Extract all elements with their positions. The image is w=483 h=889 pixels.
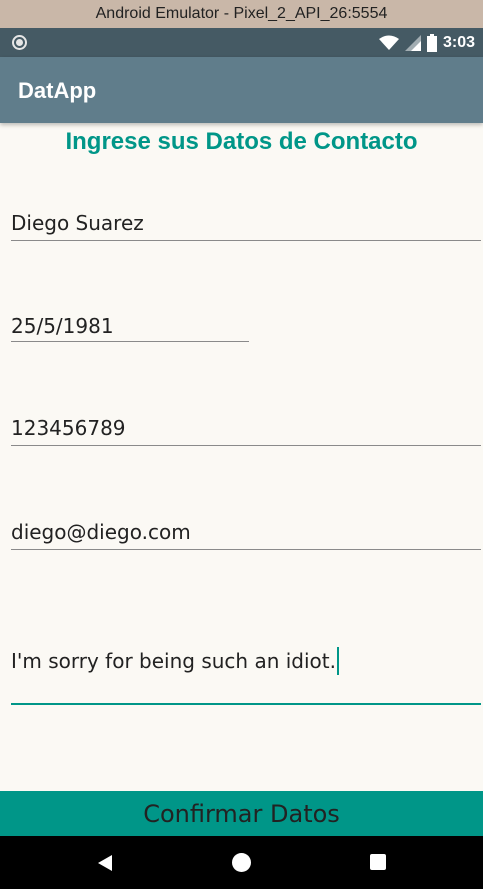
email-field[interactable]: diego@diego.com bbox=[11, 518, 191, 546]
emulator-window-title: Android Emulator - Pixel_2_API_26:5554 bbox=[0, 0, 483, 28]
birthdate-field[interactable]: 25/5/1981 bbox=[11, 312, 114, 340]
app-title: DatApp bbox=[18, 78, 97, 103]
confirm-button[interactable]: Confirmar Datos bbox=[0, 791, 483, 836]
birthdate-field-value: 25/5/1981 bbox=[11, 314, 114, 338]
message-field[interactable]: I'm sorry for being such an idiot. bbox=[11, 647, 339, 675]
name-field-value: Diego Suarez bbox=[11, 211, 144, 235]
recent-apps-icon[interactable] bbox=[370, 854, 386, 870]
email-field-underline bbox=[11, 549, 481, 550]
notification-dot-icon bbox=[12, 35, 27, 50]
status-bar-right: 3:03 bbox=[378, 28, 475, 57]
signal-icon bbox=[404, 34, 421, 51]
navigation-bar bbox=[0, 836, 483, 889]
window-title-text: Android Emulator - Pixel_2_API_26:5554 bbox=[95, 5, 388, 22]
app-bar: DatApp bbox=[0, 57, 483, 123]
phone-field-underline bbox=[11, 445, 481, 446]
status-bar: 3:03 bbox=[0, 28, 483, 57]
battery-icon bbox=[426, 33, 437, 52]
name-field-underline bbox=[11, 240, 481, 241]
back-icon[interactable] bbox=[98, 855, 112, 871]
phone-field-value: 123456789 bbox=[11, 416, 126, 440]
home-icon[interactable] bbox=[232, 853, 251, 872]
name-field[interactable]: Diego Suarez bbox=[11, 209, 144, 237]
message-field-underline bbox=[11, 703, 481, 705]
email-field-value: diego@diego.com bbox=[11, 520, 191, 544]
birthdate-field-underline bbox=[11, 341, 249, 342]
wifi-icon bbox=[378, 35, 399, 50]
text-cursor bbox=[336, 647, 339, 675]
status-time: 3:03 bbox=[442, 33, 475, 51]
message-field-value: I'm sorry for being such an idiot. bbox=[11, 649, 336, 673]
form-header: Ingrese sus Datos de Contacto bbox=[65, 128, 418, 155]
phone-field[interactable]: 123456789 bbox=[11, 414, 126, 442]
